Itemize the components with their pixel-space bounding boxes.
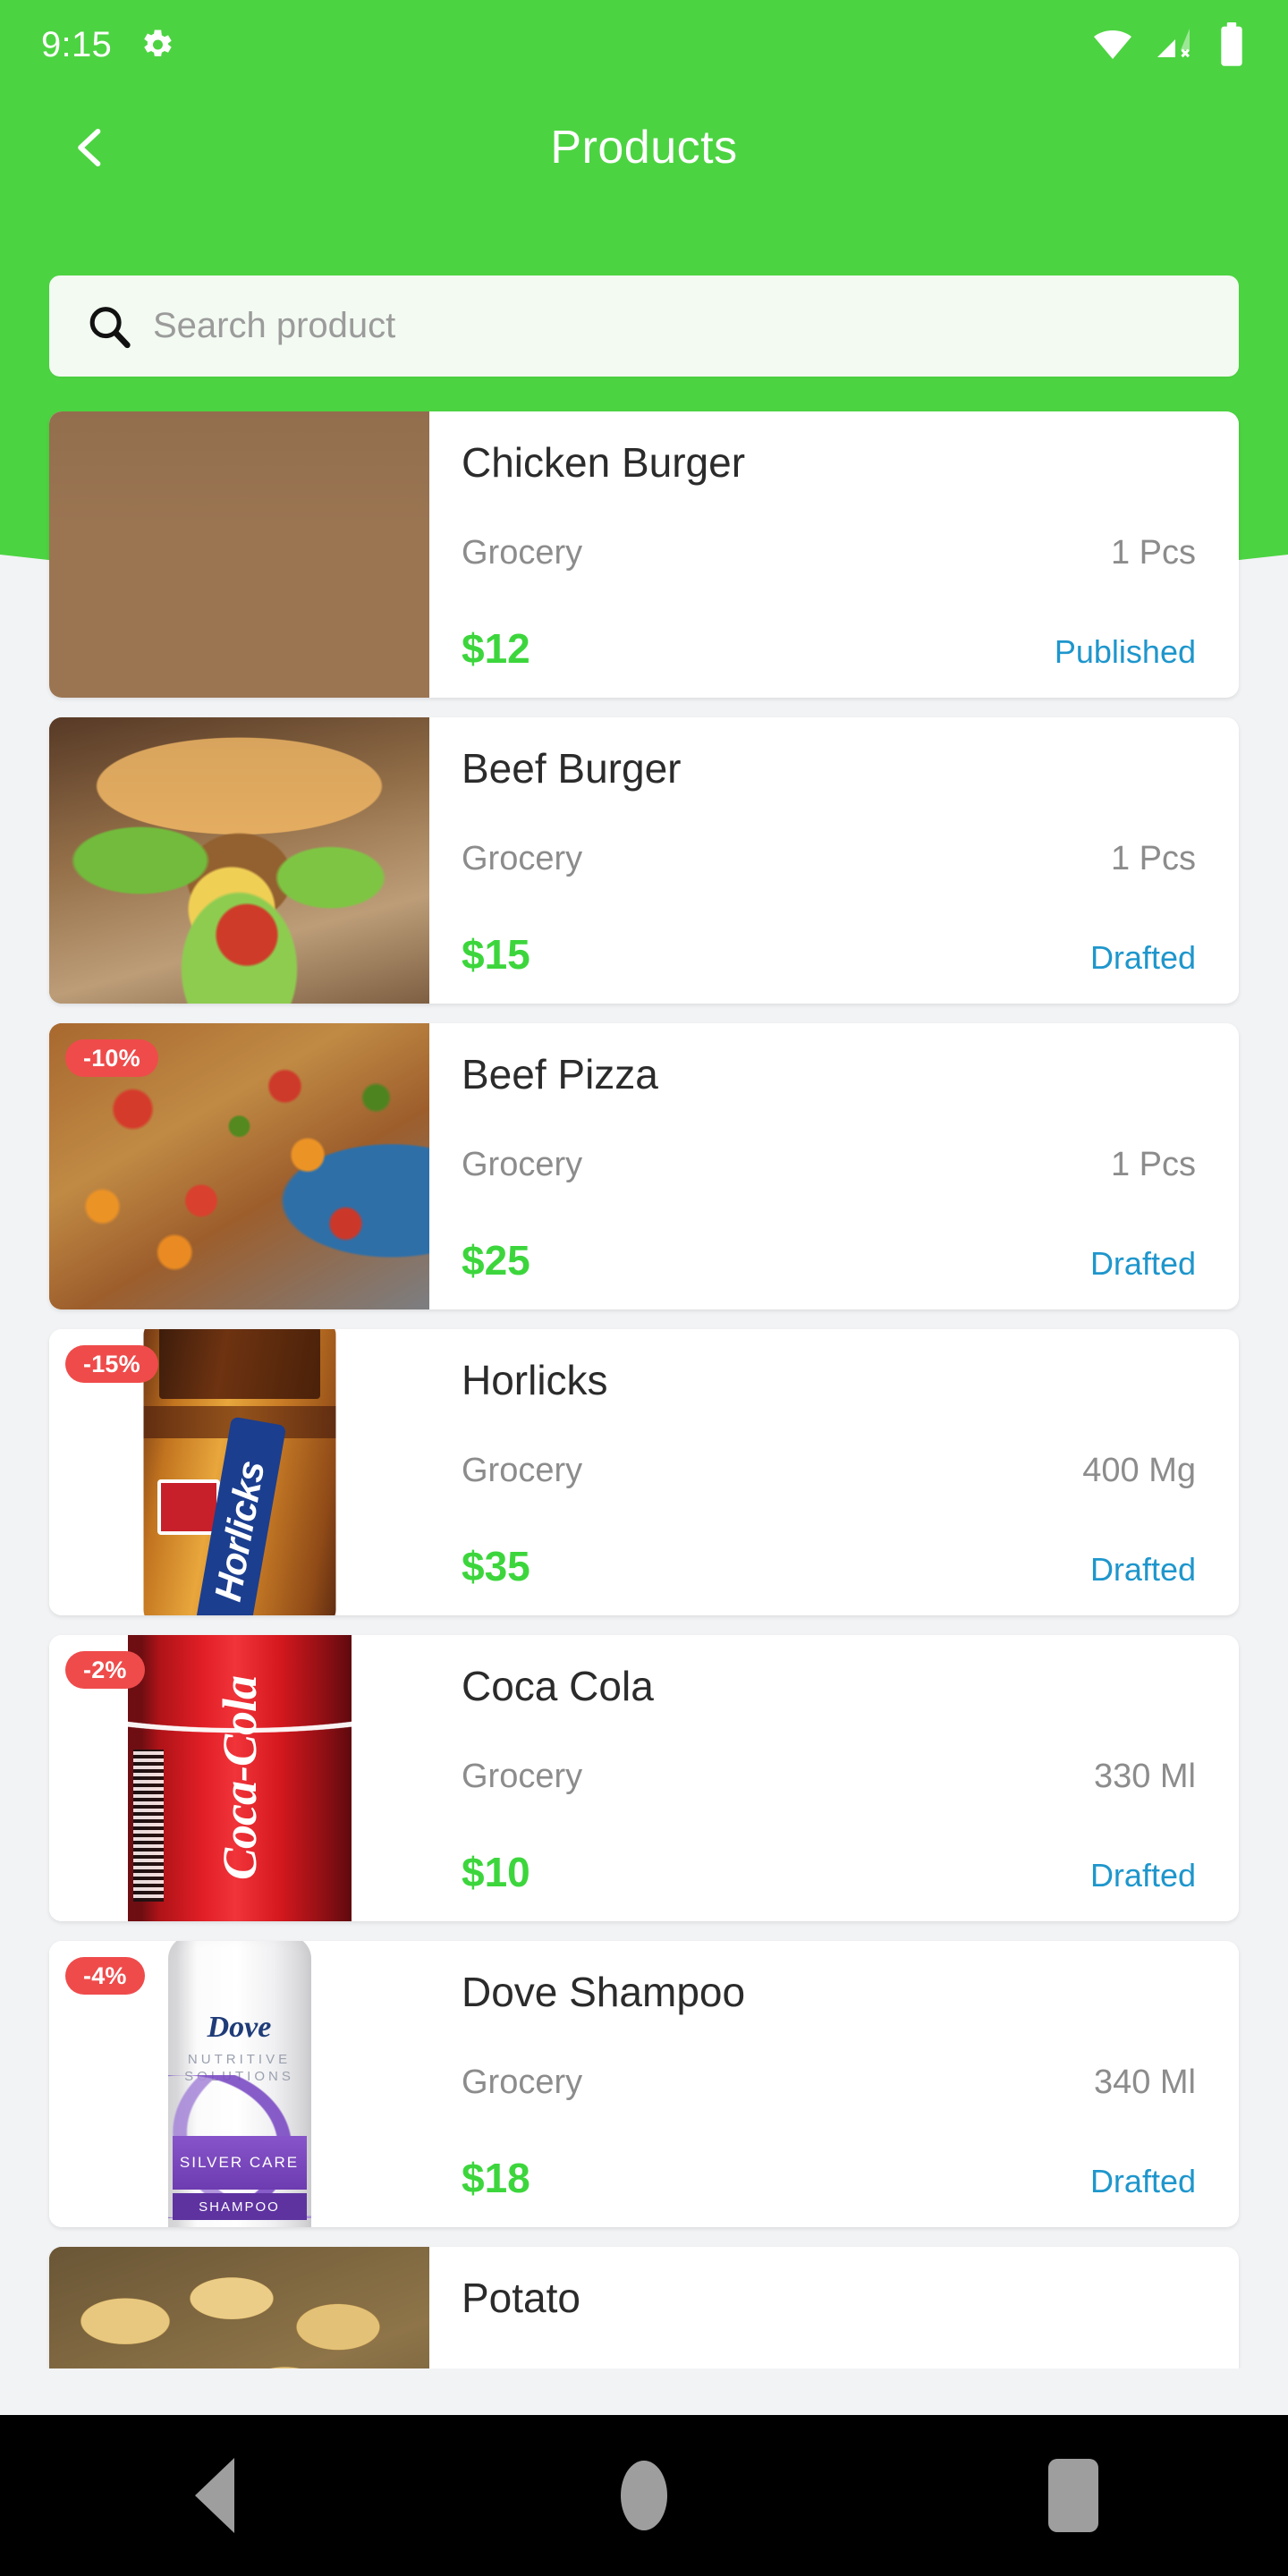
coca-cola-wordmark: Coca-Cola: [212, 1676, 267, 1880]
product-name: Potato: [462, 2275, 580, 2321]
product-footer-row: $10 Drafted: [462, 1848, 1196, 1896]
product-category: Grocery: [462, 1757, 583, 1795]
product-image-beef-pizza: -10%: [49, 1023, 429, 1309]
product-price: $15: [462, 931, 530, 978]
photo-overlay: [49, 717, 429, 1004]
product-image-coca-cola: Coca-Cola -2%: [49, 1635, 429, 1921]
search-input[interactable]: [153, 306, 1207, 346]
nav-back-button[interactable]: [143, 2442, 286, 2549]
product-details: Beef Burger Grocery 1 Pcs $15 Drafted: [429, 717, 1239, 1004]
product-meta-row: Grocery 1 Pcs: [462, 534, 1196, 572]
discount-badge: -2%: [65, 1651, 145, 1690]
product-name: Dove Shampoo: [462, 1969, 746, 2015]
product-meta-row: Grocery 330 Ml: [462, 1758, 1196, 1796]
product-name: Beef Burger: [462, 745, 682, 792]
product-name: Beef Pizza: [462, 1051, 658, 1097]
product-footer-row: $18 Drafted: [462, 2154, 1196, 2202]
product-category: Grocery: [462, 1451, 583, 1489]
product-meta-row: Grocery 400 Mg: [462, 1452, 1196, 1490]
status-bar: 9:15: [0, 0, 1288, 89]
status-bar-left: 9:15: [41, 25, 176, 65]
home-circle-icon: [621, 2461, 667, 2530]
product-card-coca-cola[interactable]: Coca-Cola -2% Coca Cola Grocery 330 Ml $…: [49, 1635, 1239, 1921]
horlicks-cap-shape: [158, 1329, 320, 1399]
product-quantity: 1 Pcs: [1110, 839, 1196, 877]
product-quantity: 400 Mg: [1082, 1451, 1196, 1489]
product-details: Horlicks Grocery 400 Mg $35 Drafted: [429, 1329, 1239, 1615]
product-image-horlicks: Horlicks -15%: [49, 1329, 429, 1615]
product-price: $35: [462, 1543, 530, 1589]
product-category: Grocery: [462, 533, 583, 572]
product-quantity: 330 Ml: [1093, 1757, 1196, 1795]
product-price: $18: [462, 2155, 530, 2201]
status-badge[interactable]: Published: [1055, 633, 1196, 671]
product-category: Grocery: [462, 2063, 583, 2101]
product-details: Beef Pizza Grocery 1 Pcs $25 Drafted: [429, 1023, 1239, 1309]
product-details: Coca Cola Grocery 330 Ml $10 Drafted: [429, 1635, 1239, 1921]
gear-icon: [137, 25, 176, 64]
battery-full-icon: [1216, 22, 1247, 67]
product-image-dove-shampoo: Dove NUTRITIVE SOLUTIONS SILVER CARE SHA…: [49, 1941, 429, 2227]
product-footer-row: $12 Published: [462, 624, 1196, 673]
product-image-potato: [49, 2247, 429, 2368]
dove-wordmark: Dove: [207, 2011, 272, 2044]
recents-square-icon: [1048, 2459, 1098, 2532]
product-details: Potato Grocery 1 Kg: [429, 2247, 1239, 2368]
product-card-beef-pizza[interactable]: -10% Beef Pizza Grocery 1 Pcs $25 Drafte…: [49, 1023, 1239, 1309]
product-quantity: 1 Pcs: [1110, 533, 1196, 572]
phone-screen: 9:15 Products Search product Chicken Bur…: [0, 0, 1288, 2576]
status-badge[interactable]: Drafted: [1090, 2163, 1196, 2200]
status-bar-right: [1091, 22, 1247, 67]
product-card-dove-shampoo[interactable]: Dove NUTRITIVE SOLUTIONS SILVER CARE SHA…: [49, 1941, 1239, 2227]
status-badge[interactable]: Drafted: [1090, 1551, 1196, 1589]
product-quantity: 340 Ml: [1093, 2063, 1196, 2101]
product-image-chicken-burger: [49, 411, 429, 698]
product-card-potato[interactable]: Potato Grocery 1 Kg: [49, 2247, 1239, 2368]
status-bar-clock: 9:15: [41, 24, 113, 64]
product-card-beef-burger[interactable]: Beef Burger Grocery 1 Pcs $15 Drafted: [49, 717, 1239, 1004]
cellular-off-icon: [1154, 23, 1197, 66]
product-meta-row: Grocery 1 Pcs: [462, 840, 1196, 878]
status-badge[interactable]: Drafted: [1090, 1245, 1196, 1283]
back-triangle-icon: [195, 2458, 234, 2533]
product-category: Grocery: [462, 1145, 583, 1183]
dove-variant-label: SILVER CARE: [172, 2136, 307, 2190]
product-meta-row: Grocery 1 Pcs: [462, 1146, 1196, 1184]
potato-photo: [49, 2247, 429, 2368]
product-footer-row: $15 Drafted: [462, 930, 1196, 979]
product-name: Coca Cola: [462, 1663, 654, 1709]
wifi-icon: [1091, 23, 1134, 66]
dove-type-label: SHAMPOO: [172, 2193, 307, 2220]
product-image-beef-burger: [49, 717, 429, 1004]
nav-recents-button[interactable]: [1002, 2442, 1145, 2549]
product-name: Horlicks: [462, 1357, 608, 1403]
status-badge[interactable]: Drafted: [1090, 1857, 1196, 1894]
product-details: Dove Shampoo Grocery 340 Ml $18 Drafted: [429, 1941, 1239, 2227]
product-price: $25: [462, 1237, 530, 1284]
product-price: $10: [462, 1849, 530, 1895]
product-card-chicken-burger[interactable]: Chicken Burger Grocery 1 Pcs $12 Publish…: [49, 411, 1239, 698]
discount-badge: -15%: [65, 1345, 158, 1384]
product-list[interactable]: Chicken Burger Grocery 1 Pcs $12 Publish…: [0, 411, 1288, 2368]
product-price: $12: [462, 625, 530, 672]
product-name: Chicken Burger: [462, 439, 746, 486]
nav-home-button[interactable]: [572, 2442, 716, 2549]
product-category: Grocery: [462, 839, 583, 877]
product-meta-row: Grocery 340 Ml: [462, 2063, 1196, 2102]
status-badge[interactable]: Drafted: [1090, 939, 1196, 977]
product-details: Chicken Burger Grocery 1 Pcs $12 Publish…: [429, 411, 1239, 698]
discount-badge: -10%: [65, 1039, 158, 1078]
product-card-horlicks[interactable]: Horlicks -15% Horlicks Grocery 400 Mg $3…: [49, 1329, 1239, 1615]
search-bar[interactable]: [49, 275, 1239, 377]
product-footer-row: $35 Drafted: [462, 1542, 1196, 1590]
search-icon: [81, 299, 137, 354]
android-navigation-bar: [0, 2415, 1288, 2576]
product-quantity: 1 Pcs: [1110, 1145, 1196, 1183]
page-title: Products: [550, 122, 738, 174]
product-footer-row: $25 Drafted: [462, 1236, 1196, 1284]
horlicks-red-seal: [157, 1479, 220, 1535]
app-bar: Products: [0, 98, 1288, 197]
discount-badge: -4%: [65, 1957, 145, 1996]
photo-overlay: [49, 411, 429, 698]
